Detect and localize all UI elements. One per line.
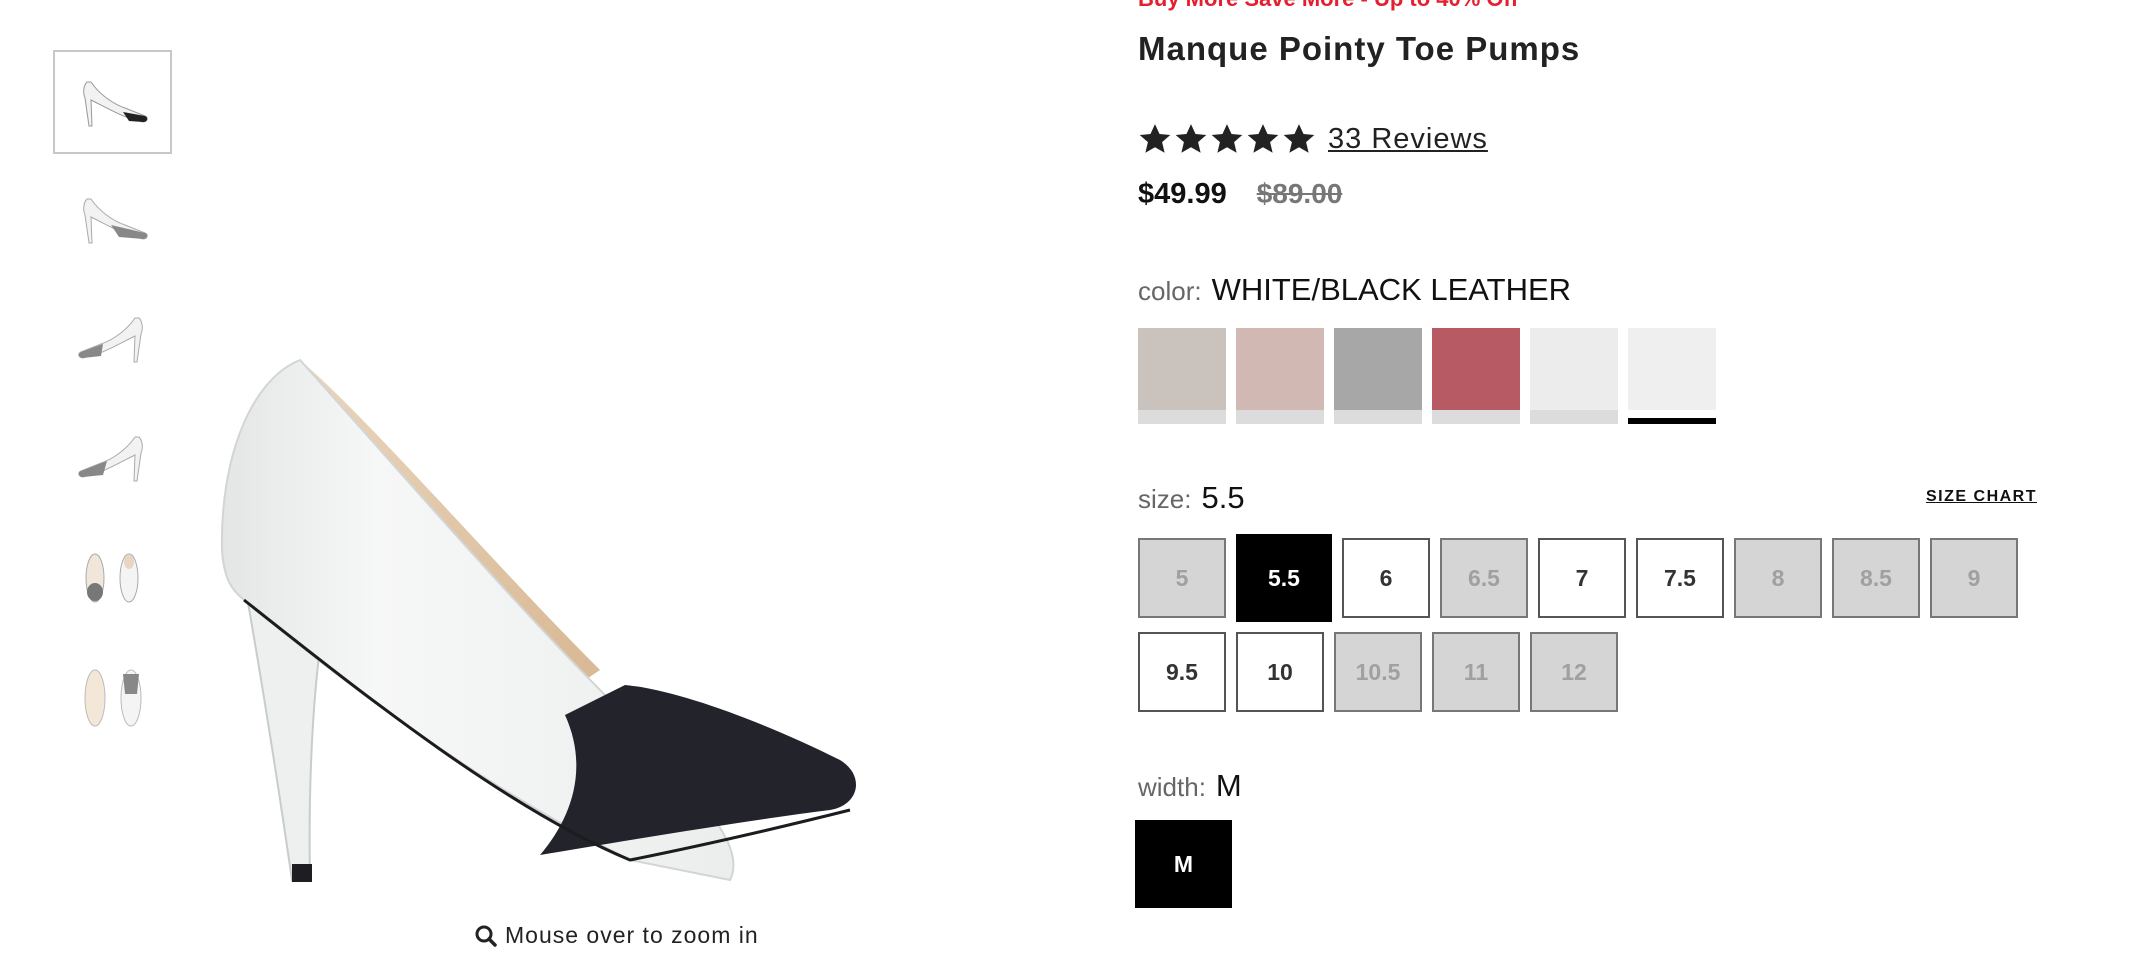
size-option[interactable]: 11 — [1432, 632, 1520, 712]
size-option[interactable]: 6.5 — [1440, 538, 1528, 618]
shoe-thumbnail-icon — [77, 436, 143, 482]
swatch-chip — [1432, 328, 1520, 410]
swatch-indicator — [1530, 410, 1618, 424]
sale-price: $49.99 — [1138, 178, 1227, 210]
zoom-hint: Mouse over to zoom in — [475, 922, 759, 949]
size-option[interactable]: 7.5 — [1636, 538, 1724, 618]
size-value: 5.5 — [1201, 480, 1245, 515]
swatch-indicator — [1334, 410, 1422, 424]
size-option[interactable]: 8 — [1734, 538, 1822, 618]
thumbnail-5[interactable] — [53, 526, 172, 630]
promo-banner: Buy More Save More - Up to 40% Off — [1138, 0, 1518, 12]
size-row: 5 5.5 6 6.5 7 7.5 8 8.5 9 — [1138, 534, 2038, 622]
star-icon — [1283, 124, 1315, 153]
original-price: $89.00 — [1256, 178, 1343, 209]
swatch-indicator — [1432, 410, 1520, 424]
size-options: 5 5.5 6 6.5 7 7.5 8 8.5 9 9.5 10 10.5 11 12 — [1138, 534, 2038, 722]
width-key: width: — [1138, 772, 1206, 802]
size-option[interactable]: 9 — [1930, 538, 2018, 618]
size-option[interactable]: 10 — [1236, 632, 1324, 712]
color-swatch-5[interactable] — [1530, 328, 1618, 424]
color-label: color: WHITE/BLACK LEATHER — [1138, 272, 1571, 308]
swatch-indicator — [1628, 418, 1716, 424]
color-swatch-6[interactable] — [1628, 328, 1716, 424]
shoe-thumbnail-icon — [82, 81, 148, 127]
color-key: color: — [1138, 276, 1202, 306]
main-product-image[interactable] — [210, 340, 1070, 900]
color-swatch-2[interactable] — [1236, 328, 1324, 424]
size-option[interactable]: 10.5 — [1334, 632, 1422, 712]
thumbnail-3[interactable] — [53, 288, 172, 392]
zoom-hint-text: Mouse over to zoom in — [505, 922, 759, 948]
size-option[interactable]: 6 — [1342, 538, 1430, 618]
width-option-m[interactable]: M — [1135, 820, 1232, 908]
color-swatch-3[interactable] — [1334, 328, 1422, 424]
thumbnail-4[interactable] — [53, 407, 172, 511]
reviews-link[interactable]: 33 Reviews — [1328, 123, 1488, 156]
shoe-thumbnail-icon — [84, 669, 141, 727]
size-label: size: 5.5 — [1138, 480, 1245, 516]
size-option[interactable]: 12 — [1530, 632, 1618, 712]
size-option[interactable]: 5 — [1138, 538, 1226, 618]
color-value: WHITE/BLACK LEATHER — [1211, 272, 1572, 307]
price-block: $49.99 $89.00 — [1138, 178, 1342, 211]
thumbnail-2[interactable] — [53, 169, 172, 273]
color-swatch-1[interactable] — [1138, 328, 1226, 424]
shoe-thumbnail-icon — [77, 317, 143, 363]
star-icon — [1139, 124, 1171, 153]
size-row: 9.5 10 10.5 11 12 — [1138, 632, 2038, 712]
search-icon — [475, 925, 497, 947]
size-option[interactable]: 8.5 — [1832, 538, 1920, 618]
swatch-chip — [1334, 328, 1422, 410]
swatch-chip — [1530, 328, 1618, 410]
size-key: size: — [1138, 484, 1192, 514]
swatch-chip — [1138, 328, 1226, 410]
thumbnail-6[interactable] — [53, 645, 172, 749]
size-option[interactable]: 7 — [1538, 538, 1626, 618]
color-swatch-4[interactable] — [1432, 328, 1520, 424]
swatch-chip — [1628, 328, 1716, 410]
product-title: Manque Pointy Toe Pumps — [1138, 30, 1581, 67]
width-label: width: M — [1138, 768, 1242, 804]
width-value: M — [1215, 768, 1242, 803]
thumbnail-1[interactable] — [53, 50, 172, 154]
size-chart-link[interactable]: SIZE CHART — [1926, 488, 2037, 506]
swatch-chip — [1236, 328, 1324, 410]
color-swatches — [1138, 328, 1716, 424]
size-option[interactable]: 9.5 — [1138, 632, 1226, 712]
star-icon — [1211, 124, 1243, 153]
rating: 33 Reviews — [1138, 122, 1488, 156]
shoe-thumbnail-icon — [82, 198, 148, 244]
swatch-indicator — [1236, 410, 1324, 424]
shoe-thumbnail-icon — [85, 553, 138, 603]
size-option[interactable]: 5.5 — [1236, 534, 1332, 622]
star-icon — [1175, 124, 1207, 153]
swatch-indicator — [1138, 410, 1226, 424]
star-rating — [1138, 122, 1316, 156]
thumbnail-list — [53, 50, 174, 764]
star-icon — [1247, 124, 1279, 153]
